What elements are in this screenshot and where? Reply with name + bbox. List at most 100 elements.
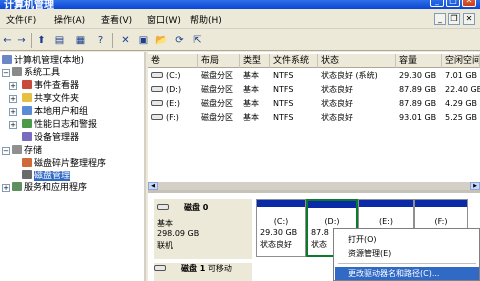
show-tree-icon[interactable]: ▤ (52, 33, 67, 48)
volume-row[interactable]: (D:) 磁盘分区 基本 NTFS 状态良好 87.89 GB 22.40 GB (148, 83, 480, 97)
partition-label: (D:) (324, 217, 340, 226)
delete-icon[interactable]: ✕ (118, 33, 133, 48)
forward-arrow-icon[interactable]: → (14, 33, 29, 48)
disk-1-name: 磁盘 1 (181, 264, 206, 273)
partition-label: (F:) (434, 217, 448, 226)
expand-services[interactable]: + (2, 184, 10, 192)
expand-event-viewer[interactable]: + (9, 82, 17, 90)
context-menu: 打开(O) 资源管理(E) 更改驱动器名和路径(C)... (333, 228, 480, 281)
partition-label: (E:) (379, 217, 393, 226)
horizontal-scrollbar[interactable]: ◀ ▶ (148, 182, 480, 190)
storage-icon (12, 145, 22, 154)
drive-icon (151, 114, 163, 120)
partition-bar (308, 201, 356, 208)
volume-row[interactable]: (E:) 磁盘分区 基本 NTFS 状态良好 87.89 GB 4.29 GB (148, 97, 480, 111)
drive-icon (151, 72, 163, 78)
drive-icon (151, 86, 163, 92)
disk-0-name: 磁盘 0 (184, 203, 209, 212)
console-tree: 计算机管理(本地) − 系统工具 + 事件查看器 + 共享文件夹 + 本地用户和… (0, 52, 146, 281)
expand-storage[interactable]: − (2, 147, 10, 155)
title-bar: 计算机管理 _ □ ✕ (0, 0, 480, 9)
up-folder-icon[interactable]: ⬆ (34, 33, 49, 48)
minimize-button[interactable]: _ (430, 0, 444, 7)
column-volume[interactable]: 卷 (148, 54, 198, 68)
computer-icon (2, 55, 12, 64)
volume-list: 卷 布局 类型 文件系统 状态 容量 空闲空间 (C:) 磁盘分区 基本 NTF… (148, 52, 480, 182)
disk-0-type: 基本 (157, 219, 173, 228)
drive-icon (151, 100, 163, 106)
disk-0-state: 联机 (157, 241, 173, 250)
window-title: 计算机管理 (4, 0, 54, 9)
back-arrow-icon[interactable]: ← (0, 33, 15, 48)
mdi-restore-button[interactable]: ❐ (448, 13, 460, 25)
column-type[interactable]: 类型 (240, 54, 270, 68)
properties-icon[interactable]: ▦ (73, 33, 88, 48)
toolbar-separator (31, 33, 32, 48)
shared-folder-icon (22, 93, 32, 102)
help-icon[interactable]: ? (93, 33, 108, 48)
menu-view[interactable]: 查看(V) (101, 13, 132, 26)
partition-bar (359, 200, 413, 207)
scroll-left-icon[interactable]: ◀ (148, 182, 158, 190)
disk-0-size: 298.09 GB (157, 229, 200, 238)
volume-row[interactable]: (F:) 磁盘分区 基本 NTFS 状态良好 93.01 GB 5.25 GB (148, 111, 480, 125)
tree-item-disk-management[interactable]: 磁盘管理 (22, 170, 71, 182)
tools-icon (12, 67, 22, 76)
menu-bar: 文件(F) 操作(A) 查看(V) 窗口(W) 帮助(H) _ ❐ ✕ (0, 9, 480, 29)
tree-item-defrag[interactable]: 磁盘碎片整理程序 (22, 158, 106, 170)
disk-icon (154, 265, 166, 271)
tree-item-root[interactable]: 计算机管理(本地) (2, 55, 84, 67)
performance-icon (22, 119, 32, 128)
event-viewer-icon (22, 80, 32, 89)
disk-1-info[interactable]: 磁盘 1 可移动 (154, 263, 252, 281)
maximize-button[interactable]: □ (446, 0, 460, 7)
tree-item-device-manager[interactable]: 设备管理器 (22, 132, 79, 144)
menu-window[interactable]: 窗口(W) (147, 13, 181, 26)
refresh-icon[interactable]: ⟳ (172, 33, 187, 48)
volume-list-header: 卷 布局 类型 文件系统 状态 容量 空闲空间 (148, 54, 480, 68)
expand-perf-logs[interactable]: + (9, 121, 17, 129)
tree-item-storage[interactable]: 存储 (12, 145, 42, 157)
menu-separator (338, 263, 476, 264)
tree-item-services[interactable]: 服务和应用程序 (12, 182, 87, 194)
device-manager-icon (22, 132, 32, 141)
mdi-minimize-button[interactable]: _ (434, 13, 446, 25)
menu-help[interactable]: 帮助(H) (190, 13, 222, 26)
column-filesystem[interactable]: 文件系统 (270, 54, 318, 68)
new-window-icon[interactable]: ▣ (136, 33, 151, 48)
partition-label: (C:) (273, 217, 289, 226)
tree-item-event-viewer[interactable]: 事件查看器 (22, 80, 79, 92)
disk-icon (157, 204, 169, 210)
menu-action[interactable]: 操作(A) (54, 13, 85, 26)
close-button[interactable]: ✕ (462, 0, 476, 7)
menu-file[interactable]: 文件(F) (6, 13, 36, 26)
tree-item-shared-folders[interactable]: 共享文件夹 (22, 93, 79, 105)
partition-bar (415, 200, 467, 207)
column-layout[interactable]: 布局 (198, 54, 240, 68)
toolbar: ← → ⬆ ▤ ▦ ? ✕ ▣ 📂 ⟳ ⇱ (0, 30, 480, 51)
partition-c[interactable]: (C:) 29.30 GB 状态良好 (256, 199, 306, 257)
mdi-close-button[interactable]: ✕ (463, 13, 475, 25)
partition-size: 29.30 GB (260, 228, 298, 237)
menu-item-explore[interactable]: 资源管理(E) (335, 247, 479, 260)
toolbar-separator (112, 33, 113, 48)
export-icon[interactable]: ⇱ (190, 33, 205, 48)
column-capacity[interactable]: 容量 (396, 54, 442, 68)
menu-item-open[interactable]: 打开(O) (335, 233, 479, 246)
expand-shared-folders[interactable]: + (9, 95, 17, 103)
disk-0-info[interactable]: 磁盘 0 基本 298.09 GB 联机 (154, 199, 252, 259)
partition-bar (257, 200, 305, 207)
column-free-space[interactable]: 空闲空间 (442, 54, 480, 68)
open-folder-icon[interactable]: 📂 (154, 33, 169, 48)
tree-item-system-tools[interactable]: 系统工具 (12, 67, 60, 79)
tree-item-local-users[interactable]: 本地用户和组 (22, 106, 88, 118)
volume-row[interactable]: (C:) 磁盘分区 基本 NTFS 状态良好 (系统) 29.30 GB 7.0… (148, 69, 480, 83)
scroll-right-icon[interactable]: ▶ (470, 182, 480, 190)
column-status[interactable]: 状态 (318, 54, 396, 68)
menu-item-change-drive-letter[interactable]: 更改驱动器名和路径(C)... (335, 267, 479, 280)
partition-state: 状态良好 (260, 240, 292, 249)
expand-system-tools[interactable]: − (2, 69, 10, 77)
tree-item-perf-logs[interactable]: 性能日志和警报 (22, 119, 97, 131)
expand-local-users[interactable]: + (9, 108, 17, 116)
defrag-icon (22, 158, 32, 167)
